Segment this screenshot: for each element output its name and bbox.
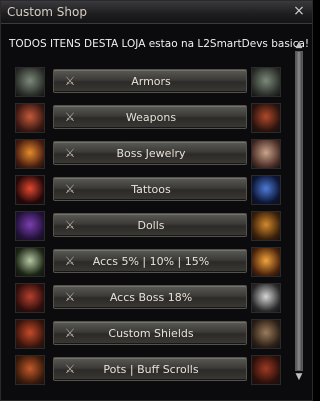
shop-category-button[interactable]: ⚔ Custom Shields	[53, 321, 247, 345]
potion-icon	[15, 355, 45, 385]
tattoo-red-icon	[15, 175, 45, 205]
earring-icon	[251, 139, 281, 169]
shop-category-button[interactable]: ⚔ Armors	[53, 69, 247, 93]
shop-category-button[interactable]: ⚔ Boss Jewelry	[53, 141, 247, 165]
shop-row: ⚔ Tattoos	[1, 175, 297, 205]
shop-row: ⚔ Boss Jewelry	[1, 139, 297, 169]
shop-category-label: Dolls	[137, 219, 165, 232]
shop-row: ⚔ Pots | Buff Scrolls	[1, 355, 297, 385]
dragon-mask-icon	[15, 283, 45, 313]
necklace-icon	[15, 139, 45, 169]
close-icon[interactable]: ×	[292, 4, 306, 18]
mask-icon	[15, 247, 45, 277]
shop-row: ⚔ Accs 5% | 10% | 15%	[1, 247, 297, 277]
shop-category-button[interactable]: ⚔ Accs 5% | 10% | 15%	[53, 249, 247, 273]
armor-icon	[15, 67, 45, 97]
shop-category-label: Tattoos	[131, 183, 171, 196]
window-title: Custom Shop	[7, 5, 87, 19]
scroll-down-icon[interactable]: ▼	[293, 371, 305, 383]
shop-category-label: Pots | Buff Scrolls	[103, 363, 199, 376]
scroll-up-icon[interactable]: ▲	[293, 39, 305, 51]
scroll-icon	[251, 355, 281, 385]
armor-icon	[251, 67, 281, 97]
shop-banner-text: TODOS ITENS DESTA LOJA estao na L2SmartD…	[9, 38, 310, 50]
hat-icon	[251, 247, 281, 277]
shop-category-label: Boss Jewelry	[116, 147, 186, 160]
shield-icon	[251, 319, 281, 349]
scroll-thumb[interactable]	[295, 51, 303, 371]
glove-icon	[251, 283, 281, 313]
shop-category-label: Accs Boss 18%	[109, 291, 193, 304]
shop-category-button[interactable]: ⚔ Weapons	[53, 105, 247, 129]
tattoo-blue-icon	[251, 175, 281, 205]
shop-category-button[interactable]: ⚔ Tattoos	[53, 177, 247, 201]
shop-category-label: Armors	[131, 75, 171, 88]
doll-icon	[251, 211, 281, 241]
shop-row: ⚔ Weapons	[1, 103, 297, 133]
shield-icon	[15, 319, 45, 349]
shop-category-label: Weapons	[125, 111, 177, 124]
window-titlebar[interactable]: Custom Shop ×	[1, 1, 312, 24]
weapon-icon	[15, 103, 45, 133]
custom-shop-window: Custom Shop × TODOS ITENS DESTA LOJA est…	[0, 0, 313, 401]
shop-category-button[interactable]: ⚔ Accs Boss 18%	[53, 285, 247, 309]
shop-category-button[interactable]: ⚔ Pots | Buff Scrolls	[53, 357, 247, 381]
shop-row: ⚔ Dolls	[1, 211, 297, 241]
pvp-weapon-icon	[251, 103, 281, 133]
doll-icon	[15, 211, 45, 241]
shop-row: ⚔ Armors	[1, 67, 297, 97]
shop-row: ⚔ Custom Shields	[1, 319, 297, 349]
shop-category-button[interactable]: ⚔ Dolls	[53, 213, 247, 237]
shop-category-label: Custom Shields	[108, 327, 194, 340]
shop-category-label: Accs 5% | 10% | 15%	[92, 255, 210, 268]
shop-row: ⚔ Accs Boss 18%	[1, 283, 297, 313]
scrollbar[interactable]: ▲ ▼	[293, 39, 305, 383]
